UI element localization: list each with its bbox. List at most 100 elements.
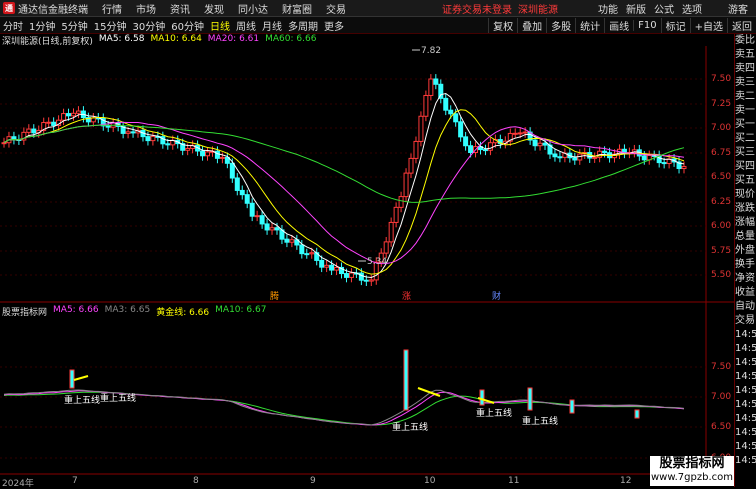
candle-body — [264, 223, 270, 231]
candle-body — [458, 121, 464, 138]
date-tick: 11 — [508, 476, 520, 486]
quote-panel-item: 14:5 — [735, 329, 756, 340]
date-tick: 9 — [310, 476, 316, 486]
candle-body — [413, 140, 419, 159]
price-tick: 6.75 — [711, 148, 732, 158]
date-tick: 10 — [424, 476, 436, 486]
watermark: 股票指标网 www.7gpzb.com — [650, 456, 734, 486]
candle-body — [319, 259, 325, 268]
candle-body — [448, 109, 454, 115]
signal-label: 重上五线 — [100, 394, 137, 404]
candle-body — [418, 115, 424, 142]
event-marker-3[interactable]: 财 — [492, 290, 501, 302]
candle-body — [299, 244, 305, 255]
candle-body — [552, 153, 558, 158]
candle-body — [512, 132, 518, 135]
quote-panel-item: 涨幅 — [735, 217, 755, 228]
kline-chart[interactable]: 7.82 5.34 腾 涨 财 — [0, 0, 734, 487]
candle-body — [428, 78, 434, 96]
quote-panel-item: 净资 — [735, 273, 755, 284]
candle-body — [482, 149, 488, 152]
candle-body — [329, 264, 335, 271]
candle-body — [31, 128, 37, 134]
candle-body — [343, 273, 349, 278]
candle-body — [219, 156, 225, 159]
candle-body — [259, 215, 265, 225]
event-marker-2[interactable]: 涨 — [402, 291, 411, 302]
candle-body — [681, 166, 687, 170]
candle-body — [234, 177, 240, 191]
candle-body — [269, 227, 275, 231]
candle-body — [284, 238, 290, 243]
candle-body — [145, 136, 151, 142]
candle-body — [244, 194, 250, 204]
candle-body — [592, 156, 598, 159]
candle-body — [602, 150, 608, 154]
quote-panel-item: 卖四 — [735, 63, 755, 74]
sub-candle — [569, 399, 575, 414]
candle-body — [249, 202, 255, 217]
candle-body — [239, 189, 245, 196]
quote-panel-item: 14:5 — [735, 371, 756, 382]
candle-body — [61, 113, 67, 121]
candle-body — [274, 227, 280, 231]
candle-body — [572, 157, 578, 161]
ma10-line — [3, 109, 685, 275]
candle-body — [1, 142, 7, 145]
sub-candle — [479, 389, 485, 406]
candle-body — [165, 143, 171, 146]
candle-body — [453, 113, 459, 123]
sub-candle — [69, 369, 75, 389]
quote-panel-item: 14:5 — [735, 357, 756, 368]
ma60-line — [3, 124, 685, 203]
sub-price-tick: 6.50 — [711, 422, 732, 432]
candle-body — [661, 162, 667, 165]
candle-body — [468, 145, 474, 153]
quote-panel-item: 买四 — [735, 161, 755, 172]
candle-body — [443, 97, 449, 111]
price-tick: 5.50 — [711, 270, 732, 280]
candle-body — [408, 157, 414, 174]
candle-body — [185, 147, 191, 151]
candle-body — [324, 264, 330, 268]
candle-body — [348, 272, 354, 278]
candle-body — [11, 136, 17, 141]
candle-body — [537, 142, 543, 147]
price-tick: 7.50 — [711, 74, 732, 84]
candle-body — [229, 162, 235, 179]
quote-panel-item: 收益 — [735, 287, 755, 298]
quote-panel-item: 换手 — [735, 259, 755, 270]
candle-body — [309, 252, 315, 255]
candle-body — [423, 94, 429, 117]
candle-body — [51, 121, 57, 126]
signal-label: 重上五线 — [64, 396, 101, 406]
sub-candle — [403, 349, 409, 411]
candle-body — [557, 156, 563, 159]
sub-price-tick: 7.00 — [711, 392, 732, 402]
candle-body — [254, 215, 260, 218]
price-tick: 7.25 — [711, 99, 732, 109]
candle-body — [532, 139, 538, 147]
price-tick: 6.00 — [711, 221, 732, 231]
candle-body — [130, 131, 136, 134]
quote-panel-item: 现价 — [735, 189, 755, 200]
low-label: 5.34 — [367, 257, 387, 267]
candle-body — [289, 239, 295, 243]
quote-panel-item: 卖三 — [735, 77, 755, 88]
quote-panel-item: 委比 — [735, 35, 755, 46]
quote-panel-item: 涨跌 — [735, 203, 755, 214]
candle-body — [46, 121, 52, 124]
quote-panel-item: 买五 — [735, 175, 755, 186]
candle-body — [26, 128, 32, 133]
candle-body — [398, 196, 404, 208]
gold-line-segment — [73, 375, 89, 381]
candle-body — [200, 150, 206, 157]
event-marker-1[interactable]: 腾 — [270, 290, 279, 302]
high-label: 7.82 — [421, 46, 441, 56]
quote-panel-item: 14:5 — [735, 385, 756, 396]
candle-body — [358, 272, 364, 281]
candle-body — [205, 151, 211, 157]
candle-body — [403, 172, 409, 198]
quote-panel-item: 卖一 — [735, 105, 755, 116]
quote-panel-item: 买二 — [735, 133, 755, 144]
